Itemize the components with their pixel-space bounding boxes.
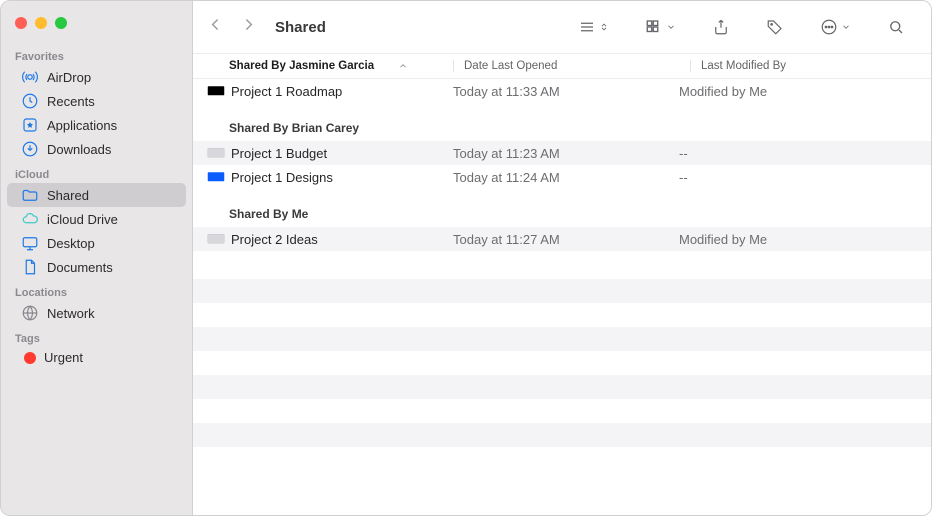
clock-icon	[21, 92, 39, 110]
sidebar-item-downloads[interactable]: Downloads	[7, 137, 186, 161]
file-modified-by: --	[679, 146, 931, 161]
file-list: Project 1 Roadmap Today at 11:33 AM Modi…	[193, 79, 931, 515]
file-row[interactable]: Project 1 Designs Today at 11:24 AM --	[193, 165, 931, 189]
cloud-icon	[21, 210, 39, 228]
column-headers: Shared By Jasmine Garcia Date Last Opene…	[193, 53, 931, 79]
search-button[interactable]	[881, 16, 911, 38]
file-date: Today at 11:23 AM	[453, 146, 679, 161]
sidebar-item-label: Recents	[47, 94, 95, 109]
sidebar-item-label: Shared	[47, 188, 89, 203]
back-button[interactable]	[207, 16, 224, 38]
row-placeholder	[193, 327, 931, 351]
file-icon	[207, 170, 225, 184]
sidebar-item-label: iCloud Drive	[47, 212, 118, 227]
tags-button[interactable]	[760, 16, 790, 38]
maximize-button[interactable]	[55, 17, 67, 29]
file-row[interactable]: Project 1 Budget Today at 11:23 AM --	[193, 141, 931, 165]
sidebar-item-label: AirDrop	[47, 70, 91, 85]
applications-icon	[21, 116, 39, 134]
globe-icon	[21, 304, 39, 322]
finder-window: Favorites AirDrop Recents Applications D…	[0, 0, 932, 516]
sidebar-item-label: Applications	[47, 118, 117, 133]
group-header: Shared By Me	[193, 189, 931, 227]
file-name: Project 1 Designs	[231, 170, 333, 185]
row-placeholder	[193, 279, 931, 303]
sidebar-item-airdrop[interactable]: AirDrop	[7, 65, 186, 89]
sidebar-item-label: Documents	[47, 260, 113, 275]
minimize-button[interactable]	[35, 17, 47, 29]
file-icon	[207, 232, 225, 246]
window-controls	[1, 11, 192, 43]
more-actions-button[interactable]	[814, 16, 857, 38]
row-placeholder	[193, 423, 931, 447]
file-modified-by: Modified by Me	[679, 84, 931, 99]
column-separator[interactable]	[453, 60, 454, 72]
sidebar-section-tags: Tags	[1, 325, 192, 347]
sidebar-item-label: Urgent	[44, 350, 83, 365]
sidebar-item-label: Network	[47, 306, 95, 321]
download-icon	[21, 140, 39, 158]
window-title: Shared	[275, 19, 326, 36]
sidebar-item-documents[interactable]: Documents	[7, 255, 186, 279]
toolbar: Shared	[193, 1, 931, 53]
close-button[interactable]	[15, 17, 27, 29]
file-icon	[207, 146, 225, 160]
sidebar-item-applications[interactable]: Applications	[7, 113, 186, 137]
sidebar-section-favorites: Favorites	[1, 43, 192, 65]
sidebar-item-shared[interactable]: Shared	[7, 183, 186, 207]
sidebar-item-recents[interactable]: Recents	[7, 89, 186, 113]
file-icon	[207, 84, 225, 98]
sidebar: Favorites AirDrop Recents Applications D…	[1, 1, 193, 515]
file-modified-by: Modified by Me	[679, 232, 931, 247]
airdrop-icon	[21, 68, 39, 86]
column-name[interactable]: Shared By Jasmine Garcia	[193, 60, 453, 72]
column-date[interactable]: Date Last Opened	[464, 60, 690, 72]
group-header: Shared By Brian Carey	[193, 103, 931, 141]
forward-button[interactable]	[240, 16, 257, 38]
sidebar-item-icloud-drive[interactable]: iCloud Drive	[7, 207, 186, 231]
shared-folder-icon	[21, 186, 39, 204]
main-pane: Shared	[193, 1, 931, 515]
sidebar-item-network[interactable]: Network	[7, 301, 186, 325]
desktop-icon	[21, 234, 39, 252]
sidebar-item-label: Downloads	[47, 142, 111, 157]
sidebar-section-locations: Locations	[1, 279, 192, 301]
group-by-button[interactable]	[639, 16, 682, 38]
file-row[interactable]: Project 1 Roadmap Today at 11:33 AM Modi…	[193, 79, 931, 103]
file-modified-by: --	[679, 170, 931, 185]
sidebar-item-tag-urgent[interactable]: Urgent	[7, 347, 186, 368]
column-modified[interactable]: Last Modified By	[701, 60, 931, 72]
file-name: Project 2 Ideas	[231, 232, 318, 247]
file-row[interactable]: Project 2 Ideas Today at 11:27 AM Modifi…	[193, 227, 931, 251]
share-button[interactable]	[706, 16, 736, 38]
file-date: Today at 11:24 AM	[453, 170, 679, 185]
tag-color-icon	[24, 352, 36, 364]
file-name: Project 1 Budget	[231, 146, 327, 161]
sidebar-item-label: Desktop	[47, 236, 95, 251]
file-date: Today at 11:33 AM	[453, 84, 679, 99]
column-separator[interactable]	[690, 60, 691, 72]
sidebar-item-desktop[interactable]: Desktop	[7, 231, 186, 255]
file-name: Project 1 Roadmap	[231, 84, 342, 99]
view-mode-button[interactable]	[572, 16, 615, 38]
sort-ascending-icon	[398, 61, 408, 71]
document-icon	[21, 258, 39, 276]
row-placeholder	[193, 375, 931, 399]
file-date: Today at 11:27 AM	[453, 232, 679, 247]
sidebar-section-icloud: iCloud	[1, 161, 192, 183]
